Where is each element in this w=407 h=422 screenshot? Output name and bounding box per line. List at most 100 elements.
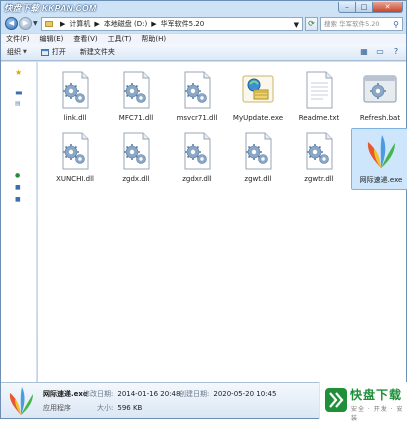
organize-button[interactable]: 组织 ▼: [7, 47, 27, 57]
modified-value: 2014-01-16 20:48: [117, 390, 181, 398]
details-file-type: 应用程序: [43, 404, 71, 412]
title-bar[interactable]: 快盘下载 KKPAN.COM – □ ✕: [1, 1, 406, 15]
view-controls: ▦ ▭ ?: [354, 47, 402, 57]
computer-icon[interactable]: ■: [15, 184, 21, 191]
batch-file-icon: [362, 70, 398, 110]
text-file-icon: [301, 70, 337, 110]
new-folder-label: 新建文件夹: [79, 48, 115, 56]
file-list[interactable]: link.dll MFC71.dll msvcr71.dll MyUpdate.exe…: [38, 62, 407, 382]
file-name: MyUpdate.exe: [232, 114, 284, 122]
app-exe-icon: [9, 387, 33, 415]
libraries-icon[interactable]: ●: [15, 172, 20, 179]
file-name: MFC71.dll: [118, 114, 154, 122]
update-exe-icon: [240, 70, 276, 110]
new-folder-button[interactable]: 新建文件夹: [80, 47, 115, 57]
file-name: link.dll: [63, 114, 87, 122]
breadcrumb-drive[interactable]: 本地磁盘 (D:): [104, 19, 147, 29]
size-label: 大小:: [97, 404, 114, 412]
preview-pane-icon[interactable]: ▭: [374, 47, 386, 57]
change-view-icon[interactable]: ▦: [358, 47, 370, 57]
dll-gear-icon: [179, 131, 215, 171]
menu-file[interactable]: 文件(F): [6, 34, 30, 44]
open-app-icon: [40, 48, 49, 56]
file-name: XUNCHI.dll: [56, 175, 94, 183]
minimize-button[interactable]: –: [338, 2, 356, 13]
details-file-name: 网际速递.exe: [43, 390, 88, 398]
address-row: ◀ ▶ ▼ ▶ 计算机 ▶ 本地磁盘 (D:) ▶ 华军软件5.20 ▼ ⟳ 搜…: [1, 16, 406, 32]
file-item[interactable]: zgwt.dll: [229, 128, 287, 190]
chevron-down-icon: ▼: [23, 49, 27, 55]
brand-logo-icon: [325, 388, 347, 412]
file-name: msvcr71.dll: [176, 114, 218, 122]
address-dropdown-icon[interactable]: ▼: [294, 21, 299, 29]
network-icon[interactable]: ■: [15, 196, 21, 203]
breadcrumb-folder[interactable]: 华军软件5.20: [161, 19, 205, 29]
file-item[interactable]: msvcr71.dll: [168, 67, 226, 129]
brand-subtitle: 安全 · 开发 · 安装: [351, 406, 404, 422]
size-value: 596 KB: [117, 404, 143, 412]
file-name: Readme.txt: [298, 114, 340, 122]
maximize-button[interactable]: □: [356, 2, 373, 13]
menu-help[interactable]: 帮助(H): [141, 34, 166, 44]
search-icon[interactable]: ⚲: [393, 19, 399, 30]
watermark-brand: 快盘下载 安全 · 开发 · 安装: [319, 382, 407, 422]
explorer-window: 快盘下载 KKPAN.COM – □ ✕ ◀ ▶ ▼ ▶ 计算机 ▶ 本地磁盘 …: [0, 0, 407, 422]
dll-gear-icon: [301, 131, 337, 171]
breadcrumb-computer[interactable]: 计算机: [69, 19, 90, 29]
file-item[interactable]: XUNCHI.dll: [46, 128, 104, 190]
window-controls: – □ ✕: [338, 2, 403, 13]
created-label: 创建日期:: [179, 390, 210, 398]
site-logo: 快盘下载 KKPAN.COM: [4, 3, 97, 13]
search-placeholder: 搜索 华军软件5.20: [324, 20, 380, 28]
desktop-icon[interactable]: ▬: [15, 88, 23, 97]
details-created: 创建日期: 2020-05-20 10:45: [179, 389, 276, 399]
chevron-right-icon[interactable]: ▶: [60, 20, 65, 28]
details-modified: 修改日期: 2014-01-16 20:48: [83, 389, 180, 399]
file-item[interactable]: zgdxr.dll: [168, 128, 226, 190]
recent-places-icon[interactable]: ▤: [15, 100, 21, 107]
open-label: 打开: [51, 48, 66, 56]
command-bar: 组织 ▼ 打开 新建文件夹 ▦ ▭ ?: [1, 44, 406, 61]
file-item[interactable]: 网际速递.exe: [351, 128, 407, 190]
address-bar[interactable]: ▶ 计算机 ▶ 本地磁盘 (D:) ▶ 华军软件5.20 ▼: [41, 17, 303, 31]
created-value: 2020-05-20 10:45: [213, 390, 277, 398]
file-item[interactable]: MFC71.dll: [107, 67, 165, 129]
file-item[interactable]: Refresh.bat: [351, 67, 407, 129]
dll-gear-icon: [57, 70, 93, 110]
modified-label: 修改日期:: [83, 390, 114, 398]
chevron-right-icon[interactable]: ▶: [151, 20, 156, 28]
open-button[interactable]: 打开: [40, 47, 66, 57]
dll-gear-icon: [118, 70, 154, 110]
file-item[interactable]: zgwtr.dll: [290, 128, 348, 190]
close-button[interactable]: ✕: [373, 2, 403, 13]
file-item[interactable]: Readme.txt: [290, 67, 348, 129]
app-exe-icon: [363, 132, 399, 172]
navigation-pane[interactable]: ★ ▬ ▤ ● ■ ■: [1, 62, 37, 382]
file-name: Refresh.bat: [359, 114, 401, 122]
organize-label: 组织: [7, 48, 21, 56]
recent-pages-dropdown-icon[interactable]: ▼: [33, 20, 38, 27]
file-name: zgdx.dll: [122, 175, 150, 183]
favorites-star-icon[interactable]: ★: [15, 68, 22, 77]
menu-edit[interactable]: 编辑(E): [40, 34, 64, 44]
refresh-button[interactable]: ⟳: [305, 17, 318, 31]
file-item[interactable]: MyUpdate.exe: [229, 67, 287, 129]
file-item[interactable]: link.dll: [46, 67, 104, 129]
file-name: zgdxr.dll: [182, 175, 212, 183]
chevron-right-icon[interactable]: ▶: [94, 20, 99, 28]
forward-button[interactable]: ▶: [19, 17, 32, 30]
menu-bar: 文件(F) 编辑(E) 查看(V) 工具(T) 帮助(H): [1, 33, 406, 44]
help-icon[interactable]: ?: [390, 47, 402, 57]
dll-gear-icon: [57, 131, 93, 171]
back-button[interactable]: ◀: [5, 17, 18, 30]
menu-tools[interactable]: 工具(T): [108, 34, 132, 44]
dll-gear-icon: [179, 70, 215, 110]
menu-view[interactable]: 查看(V): [73, 34, 97, 44]
file-name: 网际速递.exe: [359, 176, 403, 184]
search-input[interactable]: 搜索 华军软件5.20 ⚲: [320, 17, 403, 31]
details-size: 大小: 596 KB: [97, 403, 142, 413]
dll-gear-icon: [240, 131, 276, 171]
file-item[interactable]: zgdx.dll: [107, 128, 165, 190]
file-name: zgwt.dll: [244, 175, 272, 183]
file-name: zgwtr.dll: [304, 175, 334, 183]
